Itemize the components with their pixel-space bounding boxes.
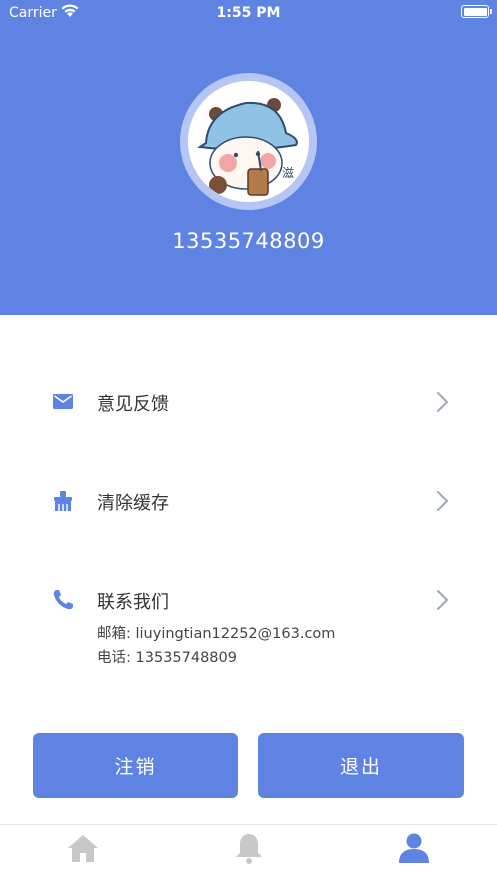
chevron-right-icon — [437, 491, 449, 511]
exit-button[interactable]: 退出 — [258, 733, 464, 798]
chevron-right-icon — [437, 590, 449, 610]
avatar-ring: 滋 — [180, 73, 317, 210]
svg-text:滋: 滋 — [282, 166, 294, 180]
profile-screen: Carrier 1:55 PM 滋 13535748809 意见反馈 清除缓存 … — [0, 0, 497, 883]
menu-label-clear-cache: 清除缓存 — [97, 493, 169, 514]
menu-label-feedback: 意见反馈 — [97, 394, 169, 415]
logout-account-button[interactable]: 注销 — [33, 733, 238, 798]
clock-time: 1:55 PM — [216, 5, 281, 21]
menu-item-contact[interactable]: 联系我们 邮箱: liuyingtian12252@163.com 电话: 13… — [0, 570, 497, 670]
battery-icon — [461, 5, 492, 18]
home-icon[interactable] — [65, 831, 101, 865]
mail-icon — [53, 394, 73, 409]
menu-label-contact: 联系我们 — [97, 592, 169, 613]
status-bar: Carrier 1:55 PM — [0, 0, 497, 26]
contact-email: 邮箱: liuyingtian12252@163.com — [97, 626, 336, 642]
avatar-illustration: 滋 — [188, 81, 309, 202]
contact-phone: 电话: 13535748809 — [97, 650, 237, 666]
phone-icon — [53, 590, 73, 610]
tab-bar — [0, 824, 497, 883]
bell-icon[interactable] — [231, 831, 267, 865]
menu-item-clear-cache[interactable]: 清除缓存 — [0, 471, 497, 531]
chevron-right-icon — [437, 392, 449, 412]
broom-icon — [54, 491, 72, 511]
profile-phone-number: 13535748809 — [172, 229, 325, 253]
avatar[interactable]: 滋 — [188, 81, 309, 202]
menu-item-feedback[interactable]: 意见反馈 — [0, 372, 497, 432]
profile-header: Carrier 1:55 PM 滋 13535748809 — [0, 0, 497, 315]
person-icon[interactable] — [396, 831, 432, 865]
